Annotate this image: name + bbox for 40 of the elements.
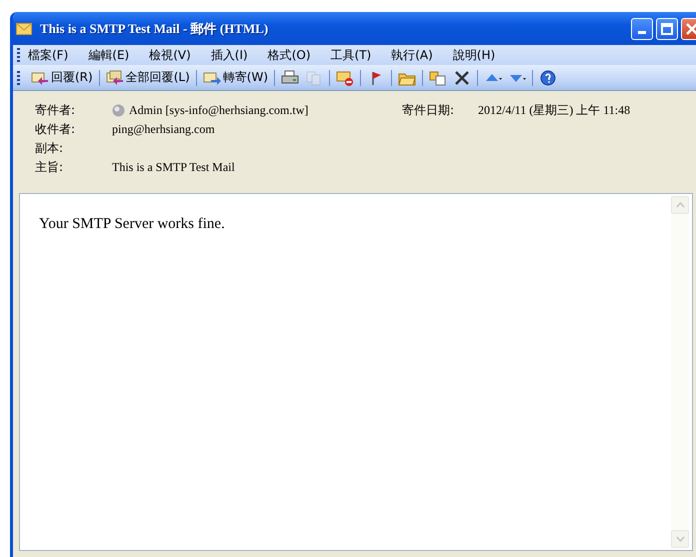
sender-text: Admin [sys-info@herhsiang.com.tw] [129,103,308,118]
close-icon [686,22,696,34]
menu-item[interactable]: 說明(H) [452,46,496,64]
menu-item[interactable]: 檔案(F) [28,46,68,64]
menu-item[interactable]: 插入(I) [210,46,248,64]
menu-item[interactable]: 執行(A) [391,46,433,64]
menu-item[interactable]: 編輯(E) [88,46,130,64]
reply-all-button[interactable]: 全部回覆(L) [102,66,193,88]
menu-item[interactable]: 檢視(V) [149,46,191,64]
minimize-icon [638,31,646,34]
maximize-icon [661,22,673,34]
field-label: 副本: [35,140,64,157]
minimize-button[interactable] [631,18,653,40]
copy-icon [305,70,323,86]
envelope-icon [16,22,32,34]
subject-text: This is a SMTP Test Mail [112,160,236,175]
reply-button[interactable]: 回覆(R) [28,66,96,88]
field-label: 收件者: [35,121,76,138]
window-title: This is a SMTP Test Mail - 郵件 (HTML) [40,20,268,38]
help-icon [539,70,557,86]
message-text: Your SMTP Server works fine. [39,216,225,232]
menu-item[interactable]: 格式(O) [268,46,311,64]
delete-icon [453,70,471,86]
envelopes-arrow-icon [106,70,124,86]
down-chevron-icon [676,536,684,542]
envelope-arrow-icon [31,70,49,86]
up-chevron-icon [676,202,684,208]
folder-page-icon [429,70,447,86]
field-label: 寄件者: [35,102,76,119]
field-label: 主旨: [35,159,64,176]
field-label: 寄件日期: [402,102,456,119]
menu-item[interactable]: 工具(T) [330,46,372,64]
contact-status-icon [112,104,125,117]
maximize-button[interactable] [656,18,678,40]
envelope-arrow-icon [202,70,221,86]
print-icon [281,70,299,86]
forward-button[interactable]: 轉寄(W) [200,66,271,88]
recipient-text: ping@herhsiang.com [112,122,216,137]
envelope-stop-icon [336,70,354,86]
date-text: 2012/4/11 (星期三) 上午 11:48 [478,102,630,119]
